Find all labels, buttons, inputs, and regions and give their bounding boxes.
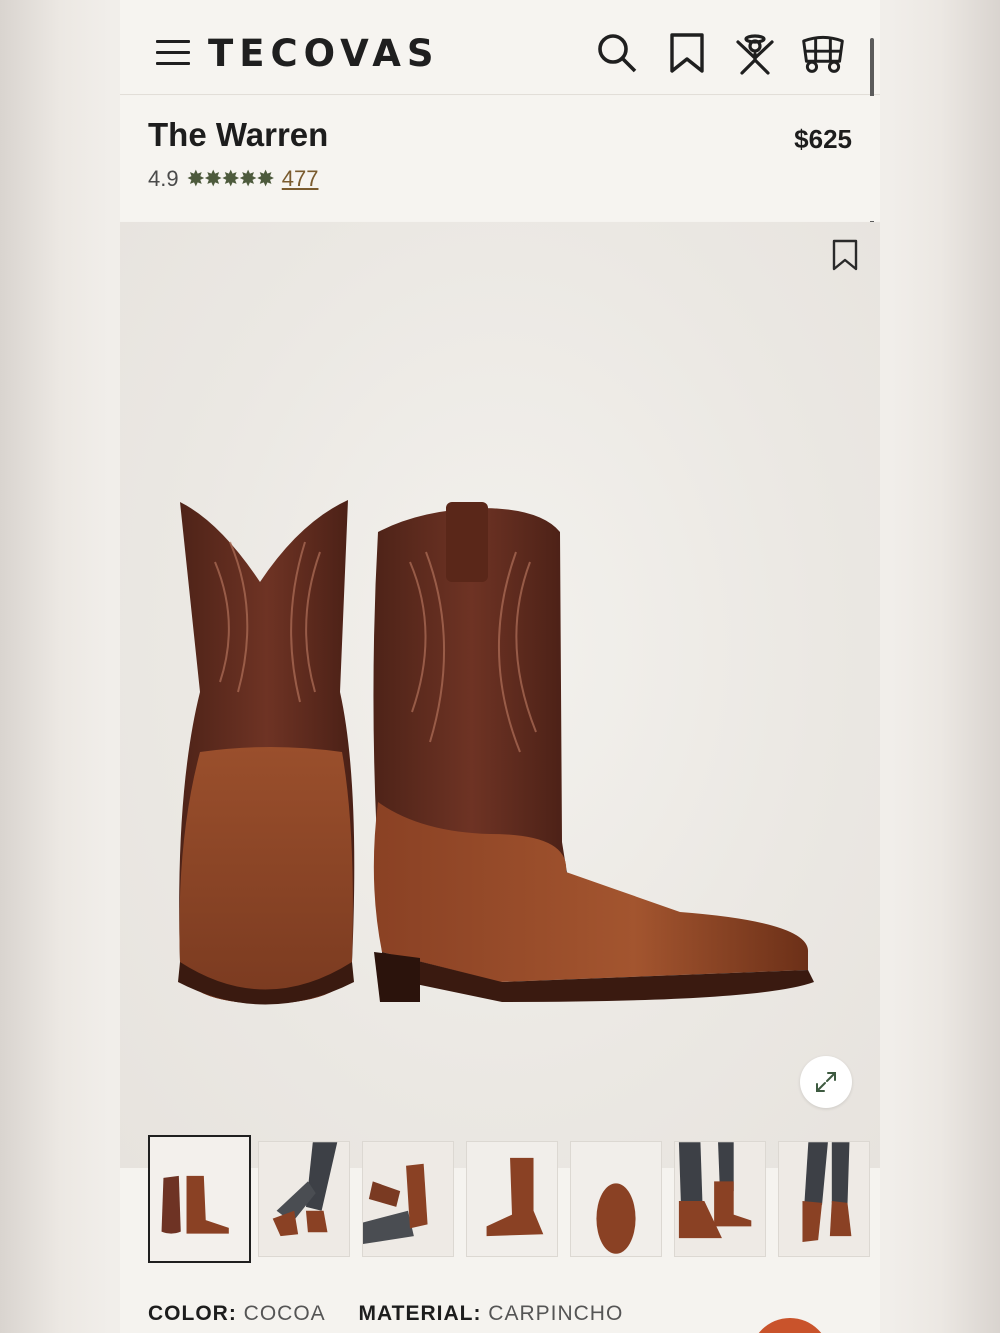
thumbnail-2[interactable] xyxy=(258,1141,350,1257)
expand-icon[interactable] xyxy=(800,1056,852,1108)
thumbnail-4[interactable] xyxy=(466,1141,558,1257)
thumbnail-strip xyxy=(148,1135,870,1263)
left-boot xyxy=(178,500,355,1005)
rating-value: 4.9 xyxy=(148,166,179,191)
bookmark-icon[interactable] xyxy=(664,30,710,76)
cart-wagon-icon[interactable] xyxy=(800,30,850,76)
thumbnail-5[interactable] xyxy=(570,1141,662,1257)
brand-logo[interactable]: TECOVAS xyxy=(208,32,440,75)
thumbnail-1[interactable] xyxy=(148,1135,251,1263)
search-icon[interactable] xyxy=(594,30,640,76)
product-specs: COLOR: COCOA MATERIAL: CARPINCHO xyxy=(148,1302,649,1326)
color-value: COCOA xyxy=(243,1302,326,1325)
color-label: COLOR: xyxy=(148,1302,237,1325)
product-header: The Warren $625 4.9 ✸✸✸✸✸ 477 xyxy=(120,96,880,221)
thumbnail-6[interactable] xyxy=(674,1141,766,1257)
bookmark-icon[interactable] xyxy=(830,238,860,272)
chat-button[interactable] xyxy=(750,1318,830,1333)
top-nav-bar: TECOVAS xyxy=(120,0,880,268)
material-label: MATERIAL: xyxy=(358,1302,482,1325)
account-icon[interactable] xyxy=(732,30,778,76)
review-count-link[interactable]: 477 xyxy=(282,166,319,192)
star-rating-icon: ✸✸✸✸✸ xyxy=(186,166,275,191)
product-page: TECOVAS The Warren $625 4.9 ✸✸✸✸✸ 477 CO… xyxy=(120,0,880,1333)
hamburger-menu-icon[interactable] xyxy=(156,40,190,68)
boots-image xyxy=(178,500,814,1005)
material-value: CARPINCHO xyxy=(488,1302,624,1325)
thumbnail-3[interactable] xyxy=(362,1141,454,1257)
rating-row: 4.9 ✸✸✸✸✸ 477 xyxy=(148,166,318,192)
product-hero-image[interactable] xyxy=(120,222,880,1168)
right-boot xyxy=(373,502,814,1002)
product-price: $625 xyxy=(794,124,852,154)
product-title: The Warren xyxy=(148,116,329,153)
thumbnail-7[interactable] xyxy=(778,1141,870,1257)
